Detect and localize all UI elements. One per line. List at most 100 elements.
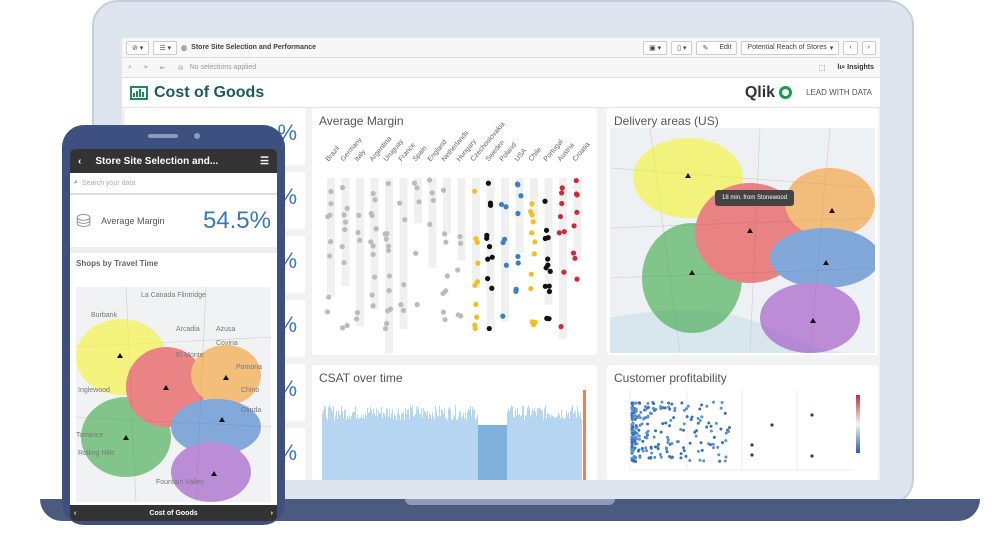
margin-dot[interactable]: [443, 288, 449, 294]
next-icon[interactable]: ›: [271, 510, 273, 517]
margin-dot[interactable]: [561, 269, 567, 275]
margin-dot[interactable]: [574, 276, 580, 282]
margin-dot[interactable]: [342, 226, 348, 233]
prev-icon[interactable]: ‹: [74, 510, 76, 517]
margin-dot[interactable]: [339, 184, 346, 191]
margin-dot[interactable]: [473, 236, 479, 242]
margin-dot[interactable]: [370, 190, 376, 197]
margin-dot[interactable]: [383, 236, 389, 242]
margin-dot[interactable]: [515, 182, 521, 188]
margin-dot[interactable]: [486, 325, 492, 332]
margin-dot[interactable]: [487, 202, 494, 208]
margin-dot[interactable]: [543, 227, 550, 233]
margin-dot[interactable]: [416, 199, 422, 205]
margin-dot[interactable]: [427, 221, 433, 228]
margin-dot[interactable]: [458, 240, 464, 246]
margin-dot[interactable]: [455, 312, 461, 318]
csat-chart[interactable]: [317, 390, 592, 480]
margin-dot[interactable]: [559, 185, 565, 191]
margin-dot[interactable]: [556, 230, 562, 236]
margin-dot[interactable]: [324, 309, 331, 315]
margin-dot[interactable]: [382, 231, 388, 237]
margin-dot[interactable]: [515, 253, 521, 260]
margin-dot[interactable]: [489, 254, 495, 260]
margin-dot[interactable]: [561, 229, 567, 235]
margin-dot[interactable]: [400, 307, 407, 314]
margin-dot[interactable]: [339, 244, 345, 250]
margin-dot[interactable]: [370, 303, 376, 309]
margin-dot[interactable]: [546, 288, 553, 295]
margin-dot[interactable]: [327, 212, 333, 218]
margin-dot[interactable]: [414, 302, 420, 308]
margin-dot[interactable]: [545, 256, 551, 262]
menu-button[interactable]: ☰ ▾: [153, 40, 178, 55]
margin-dot[interactable]: [472, 282, 478, 289]
margin-dot[interactable]: [401, 282, 407, 288]
margin-dot[interactable]: [373, 226, 379, 232]
margin-dot[interactable]: [328, 201, 334, 207]
margin-dot[interactable]: [443, 239, 449, 245]
margin-dot[interactable]: [442, 231, 448, 237]
phone-search-input[interactable]: ⌕ Search your data: [70, 173, 277, 195]
phone-map[interactable]: Burbank La Canada Flintridge Arcadia Azusa C…: [76, 287, 271, 502]
margin-dot[interactable]: [411, 180, 418, 186]
margin-dot[interactable]: [475, 260, 481, 266]
margin-dot[interactable]: [342, 219, 349, 225]
margin-dot[interactable]: [559, 190, 565, 196]
margin-dot[interactable]: [372, 197, 378, 203]
margin-dot[interactable]: [402, 217, 408, 223]
margin-dot[interactable]: [486, 244, 493, 250]
margin-dot[interactable]: [513, 286, 519, 292]
margin-dot[interactable]: [370, 251, 376, 257]
margin-dot[interactable]: [440, 187, 447, 193]
margin-dot[interactable]: [530, 219, 536, 225]
margin-dot[interactable]: [457, 233, 463, 240]
margin-dot[interactable]: [344, 322, 350, 329]
step-back-icon[interactable]: ⇤: [160, 64, 166, 72]
clear-icon[interactable]: ⊘: [178, 64, 184, 72]
margin-dot[interactable]: [485, 276, 491, 282]
next-sheet-button[interactable]: ›: [861, 40, 876, 55]
margin-dot[interactable]: [503, 262, 509, 268]
margin-dot[interactable]: [369, 212, 375, 219]
selection-tool-icon[interactable]: ⬚: [819, 64, 826, 72]
margin-dot[interactable]: [386, 273, 393, 279]
margin-dot[interactable]: [354, 310, 361, 316]
bookmark-button[interactable]: ▯ ▾: [671, 40, 693, 55]
margin-dot[interactable]: [558, 324, 564, 330]
margin-dot[interactable]: [529, 230, 535, 236]
margin-dot[interactable]: [328, 188, 334, 195]
margin-dot[interactable]: [327, 239, 334, 245]
margin-dot[interactable]: [531, 251, 537, 257]
margin-dot[interactable]: [385, 247, 392, 253]
navigation-button[interactable]: ⊘ ▾: [126, 40, 150, 55]
margin-dot[interactable]: [370, 243, 376, 249]
margin-dot[interactable]: [397, 200, 403, 206]
margin-dot[interactable]: [442, 316, 448, 323]
margin-dot[interactable]: [426, 177, 433, 183]
margin-dot[interactable]: [398, 301, 404, 308]
phone-kpi[interactable]: ⛁ Average Margin 54.5%: [70, 195, 277, 253]
delivery-areas-panel[interactable]: Delivery areas (US) 18 min. from Stonewo…: [607, 108, 878, 355]
margin-dot[interactable]: [485, 256, 491, 262]
margin-dot[interactable]: [574, 209, 580, 215]
margin-dot[interactable]: [527, 208, 534, 215]
margin-dot[interactable]: [503, 204, 509, 210]
margin-dot[interactable]: [413, 250, 419, 256]
customer-profitability-panel[interactable]: Customer profitability: [607, 365, 878, 480]
margin-dot[interactable]: [573, 177, 579, 184]
margin-dot[interactable]: [473, 301, 479, 308]
margin-dot[interactable]: [472, 325, 478, 332]
present-button[interactable]: ▣ ▾: [643, 40, 668, 55]
margin-dot[interactable]: [385, 308, 391, 314]
margin-dot[interactable]: [545, 262, 551, 268]
margin-dot[interactable]: [484, 235, 490, 241]
margin-dot[interactable]: [542, 283, 548, 289]
margin-dot[interactable]: [353, 316, 360, 322]
insights-button[interactable]: lı⌕ Insights: [837, 64, 874, 72]
margin-dot[interactable]: [357, 237, 363, 243]
csat-panel[interactable]: CSAT over time: [312, 365, 597, 480]
back-icon[interactable]: ‹: [78, 156, 81, 167]
lasso-icon[interactable]: ⌖: [144, 64, 148, 72]
margin-dot[interactable]: [444, 273, 450, 279]
